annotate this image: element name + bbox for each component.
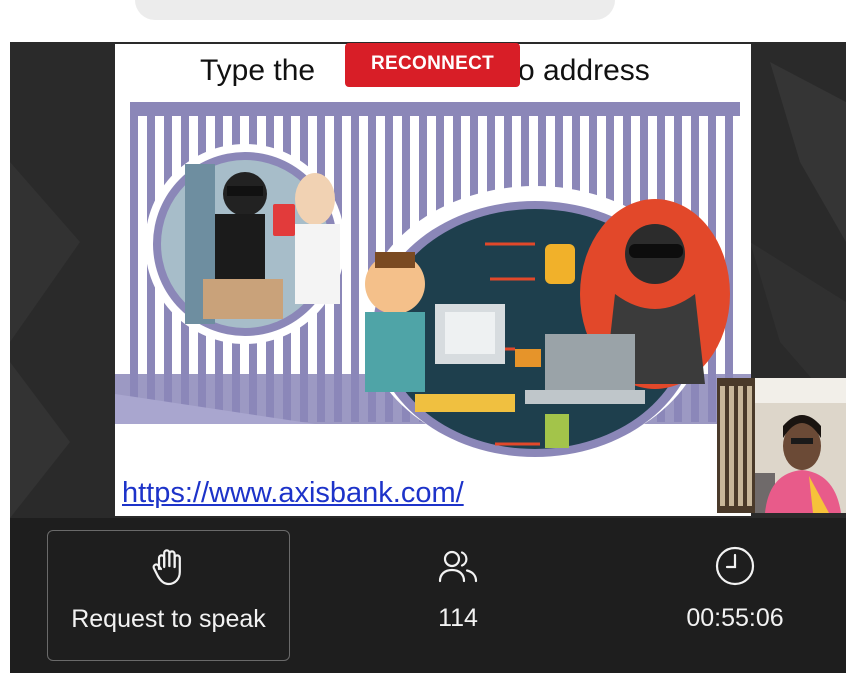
- request-to-speak-button[interactable]: Request to speak: [47, 530, 290, 661]
- participant-count: 114: [438, 604, 478, 632]
- presentation-slide: Type the o address https://www.axisbank.…: [115, 44, 751, 516]
- presenter-video-thumbnail[interactable]: [717, 378, 846, 513]
- meeting-control-bar: Request to speak 114 00:55:06: [10, 518, 846, 673]
- participants-button[interactable]: 114: [390, 530, 526, 661]
- participants-icon: [438, 550, 478, 583]
- meeting-timer: 00:55:06: [650, 530, 820, 661]
- raised-hand-icon: [152, 549, 181, 586]
- slide-title-part-1: Type the: [200, 54, 316, 87]
- elapsed-time: 00:55:06: [686, 604, 784, 632]
- phishing-illustration: [115, 94, 751, 504]
- request-to-speak-label: Request to speak: [71, 605, 266, 633]
- top-search-pill[interactable]: [135, 0, 615, 20]
- slide-title-part-2: o address: [518, 54, 650, 87]
- reconnect-button[interactable]: RECONNECT: [345, 43, 520, 87]
- clock-icon: [715, 546, 755, 586]
- slide-url-link[interactable]: https://www.axisbank.com/: [122, 477, 464, 510]
- presenter-image: [717, 378, 846, 513]
